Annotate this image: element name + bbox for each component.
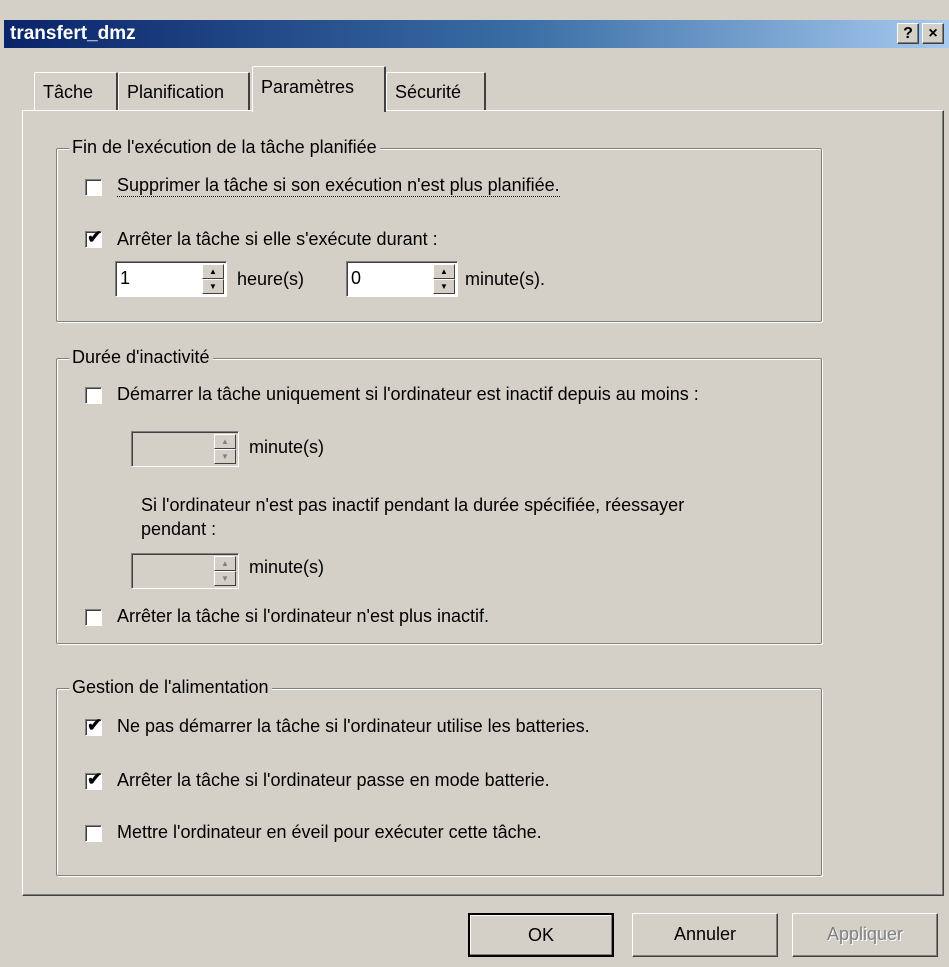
no-battery-start-checkbox[interactable]: ✔ [85,715,102,736]
no-battery-start-label: Ne pas démarrer la tâche si l'ordinateur… [117,716,590,736]
minutes-label: minute(s). [465,269,546,289]
minutes-value: 0 [351,268,362,288]
tab-label: Sécurité [395,82,462,102]
hours-label: heure(s) [237,269,305,289]
hours-value: 1 [120,268,131,288]
power-management-group: Gestion de l'alimentation ✔ Ne pas démar… [56,677,822,876]
check-mark: ✔ [87,227,103,247]
retry-minutes-label: minute(s) [249,557,325,577]
stop-idle-label: Arrêter la tâche si l'ordinateur n'est p… [117,606,490,626]
delete-task-label: Supprimer la tâche si son exécution n'es… [117,175,560,197]
retry-text-line-2: pendant : [141,519,217,539]
tab-label: Planification [127,82,225,102]
stop-task-duration-label: Arrêter la tâche si elle s'exécute duran… [117,229,438,249]
idle-time-group: Durée d'inactivité Démarrer la tâche uni… [56,347,822,644]
start-idle-checkbox[interactable] [85,387,102,404]
delete-task-checkbox[interactable] [85,179,102,196]
retry-up-arrow-icon[interactable]: ▲ [214,556,236,571]
minutes-up-arrow-icon[interactable]: ▲ [433,264,455,279]
stop-on-battery-label: Arrêter la tâche si l'ordinateur passe e… [117,770,550,790]
stop-on-battery-checkbox[interactable]: ✔ [85,769,102,790]
end-of-execution-group: Fin de l'exécution de la tâche planifiée… [56,137,822,322]
tab-label: Tâche [43,82,94,102]
tab-tache[interactable]: Tâche [34,72,118,110]
group-legend: Fin de l'exécution de la tâche planifiée [69,137,380,158]
group-legend: Durée d'inactivité [69,347,213,368]
idle-up-arrow-icon[interactable]: ▲ [214,434,236,449]
retry-text-line-1: Si l'ordinateur n'est pas inactif pendan… [141,495,685,515]
close-button[interactable]: × [922,23,944,44]
stop-idle-checkbox[interactable] [85,609,102,626]
apply-button[interactable]: Appliquer [792,913,938,957]
title-bar: transfert_dmz ? × [4,20,949,48]
minutes-spinner[interactable]: 0 ▲ ▼ [346,261,458,297]
retry-minutes-spinner[interactable]: ▲ ▼ [131,553,239,589]
tab-planification[interactable]: Planification [118,72,250,110]
idle-minutes-label: minute(s) [249,437,325,457]
hours-spinner[interactable]: 1 ▲ ▼ [115,261,227,297]
stop-task-duration-checkbox[interactable]: ✔ [85,227,102,248]
group-legend: Gestion de l'alimentation [69,677,272,698]
start-idle-label: Démarrer la tâche uniquement si l'ordina… [117,384,699,404]
check-mark: ✔ [87,769,103,789]
wake-computer-label: Mettre l'ordinateur en éveil pour exécut… [117,822,542,842]
minutes-down-arrow-icon[interactable]: ▼ [433,279,455,294]
ok-button[interactable]: OK [468,913,614,957]
idle-minutes-spinner[interactable]: ▲ ▼ [131,431,239,467]
window-title: transfert_dmz [10,23,136,44]
retry-down-arrow-icon[interactable]: ▼ [214,571,236,586]
tab-label: Paramètres [261,77,355,97]
idle-down-arrow-icon[interactable]: ▼ [214,449,236,464]
check-mark: ✔ [87,715,103,735]
tab-securite[interactable]: Sécurité [386,72,486,110]
cancel-button[interactable]: Annuler [632,913,778,957]
hours-up-arrow-icon[interactable]: ▲ [202,264,224,279]
hours-down-arrow-icon[interactable]: ▼ [202,279,224,294]
help-button[interactable]: ? [897,23,919,44]
wake-computer-checkbox[interactable] [85,825,102,842]
tab-parametres[interactable]: Paramètres [252,66,386,112]
